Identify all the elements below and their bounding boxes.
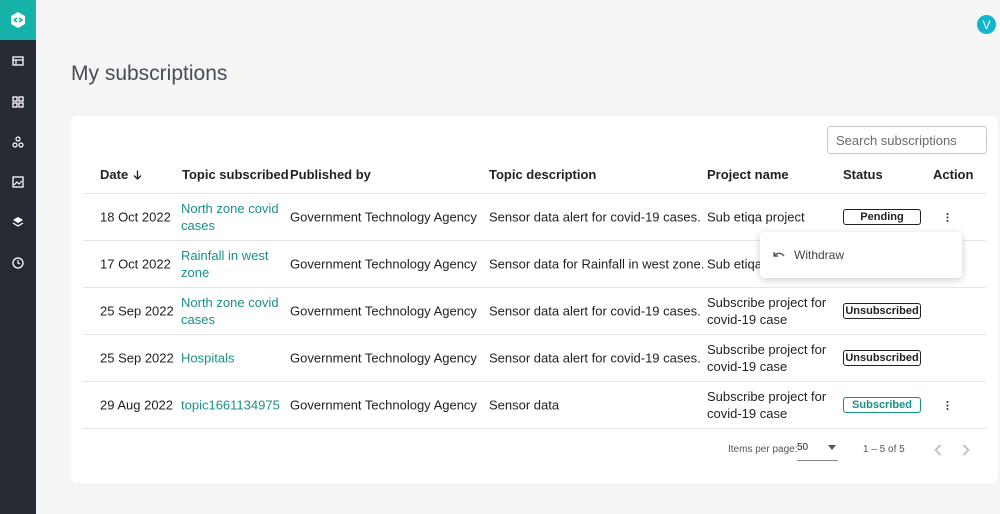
table-row: 29 Aug 2022 topic1661134975 Government T… (83, 382, 986, 429)
action-menu: Withdraw (760, 232, 962, 278)
logo-icon[interactable] (0, 0, 36, 40)
row-project: Subscribe project for covid-19 case (707, 389, 827, 421)
row-description: Sensor data for Rainfall in west zone. (489, 256, 705, 272)
row-date: 25 Sep 2022 (100, 303, 174, 319)
row-project: Subscribe project for covid-19 case (707, 342, 827, 374)
table-row: 25 Sep 2022 North zone covid cases Gover… (83, 288, 986, 335)
row-project: Subscribe project for covid-19 case (707, 295, 827, 327)
previous-page-button[interactable] (931, 443, 945, 457)
items-per-page-value: 50 (797, 442, 809, 453)
row-publisher: Government Technology Agency (290, 209, 477, 225)
row-description: Sensor data alert for covid-19 cases. (489, 350, 701, 366)
history-clock-icon[interactable] (8, 253, 28, 273)
row-date: 17 Oct 2022 (100, 256, 171, 272)
column-header-action: Action (933, 167, 974, 182)
row-date: 29 Aug 2022 (100, 397, 174, 413)
dashboard-grid-icon[interactable] (8, 92, 28, 112)
column-header-publisher: Published by (290, 167, 371, 182)
row-description: Sensor data alert for covid-19 cases. (489, 303, 701, 319)
undo-icon (773, 252, 785, 257)
row-topic-link[interactable]: topic1661134975 (181, 397, 281, 414)
items-per-page-label: Items per page: (728, 444, 798, 455)
withdraw-label: Withdraw (794, 248, 845, 262)
withdraw-menu-item[interactable]: Withdraw (760, 232, 962, 278)
more-options-icon[interactable] (941, 398, 953, 412)
column-header-date[interactable]: Date (100, 167, 142, 182)
row-description: Sensor data (489, 397, 560, 413)
items-per-page-select[interactable]: 50 (797, 438, 838, 461)
row-topic-link[interactable]: North zone covid cases (181, 294, 281, 328)
date-header-label: Date (100, 167, 129, 182)
page-title: My subscriptions (71, 62, 228, 85)
chevron-left-icon (934, 444, 942, 456)
chevron-down-icon (828, 445, 836, 450)
catalog-icon[interactable] (8, 51, 28, 71)
table-row: 25 Sep 2022 Hospitals Government Technol… (83, 335, 986, 382)
chevron-right-icon (962, 444, 970, 456)
column-header-description: Topic description (489, 167, 597, 182)
status-badge: Subscribed (843, 397, 921, 413)
row-publisher: Government Technology Agency (290, 397, 477, 413)
row-date: 18 Oct 2022 (100, 209, 171, 225)
column-header-topic: Topic subscribed (182, 167, 289, 182)
arrow-down-icon (133, 170, 142, 180)
status-badge: Pending (843, 209, 921, 225)
sidebar (0, 0, 36, 514)
column-header-status: Status (843, 167, 883, 182)
pagination-range: 1 – 5 of 5 (863, 444, 905, 455)
row-publisher: Government Technology Agency (290, 350, 477, 366)
row-topic-link[interactable]: Hospitals (181, 350, 281, 367)
row-topic-link[interactable]: North zone covid cases (181, 200, 281, 234)
row-publisher: Government Technology Agency (290, 256, 477, 272)
gallery-icon[interactable] (8, 172, 28, 192)
status-badge: Unsubscribed (843, 350, 921, 366)
more-options-icon[interactable] (941, 210, 953, 224)
row-project: Sub etiqa project (707, 209, 805, 225)
user-avatar[interactable]: V (977, 15, 996, 34)
row-publisher: Government Technology Agency (290, 303, 477, 319)
next-page-button[interactable] (959, 443, 973, 457)
row-date: 25 Sep 2022 (100, 350, 174, 366)
row-topic-link[interactable]: Rainfall in west zone (181, 247, 281, 281)
subscriptions-card: Date Topic subscribed Published by Topic… (71, 116, 998, 483)
column-header-project: Project name (707, 167, 789, 182)
topics-icon[interactable] (8, 132, 28, 152)
layers-icon[interactable] (8, 212, 28, 232)
status-badge: Unsubscribed (843, 303, 921, 319)
avatar-initial: V (982, 17, 991, 32)
row-description: Sensor data alert for covid-19 cases. (489, 209, 701, 225)
search-input[interactable] (827, 126, 987, 154)
